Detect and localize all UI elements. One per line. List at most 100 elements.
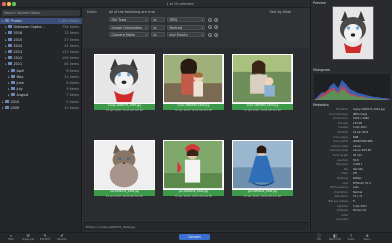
add-filter-button[interactable]: + xyxy=(214,32,218,37)
filter-operator-select[interactable]: is xyxy=(151,17,165,22)
preview-heading: Preview xyxy=(313,1,326,5)
folder-icon xyxy=(8,43,12,47)
tree-item-count: 734 items xyxy=(62,25,79,30)
toolbar-button[interactable]: ✐ Rename xyxy=(55,234,69,243)
image-thumbnail-card[interactable]: mom-1084302_1920.jpg 16 Apr 2018, 10:04 A… xyxy=(229,54,296,118)
filter-field-label: File Type xyxy=(111,18,127,22)
filter-row: Image Orientation ▾ is Portrait ▾ − + xyxy=(109,24,299,30)
toolbar-button[interactable]: ⊕ Zoom xyxy=(360,234,374,243)
tool-label: Zoom xyxy=(363,238,371,241)
sidebar-tree-item[interactable]: ▸ Unknown Captur... 734 items xyxy=(0,24,82,30)
sidebar-tree-item[interactable]: ▸ April 8 items xyxy=(0,68,82,74)
thumbnail-details: 16 Apr 2018, 10:04 AM 412 KB xyxy=(175,109,212,112)
remove-filter-button[interactable]: − xyxy=(208,25,212,29)
image-thumbnail-card[interactable]: girl-1084419_1920.jpg 16 Apr 2018, 10:04 … xyxy=(229,140,296,204)
folder-icon xyxy=(8,25,12,29)
thumbnail-image[interactable] xyxy=(163,140,224,190)
thumbnail-details: 16 Apr 2018, 10:04 AM 241 KB xyxy=(106,195,143,198)
sidebar-tree-item[interactable]: ▸ 2011 44 items xyxy=(0,61,82,67)
filter-match-label: Match xyxy=(87,10,98,14)
chevron-down-icon: ▾ xyxy=(145,18,147,22)
folder-icon xyxy=(11,74,15,78)
thumbnail-details: 16 Apr 2018, 10:04 AM 515 KB xyxy=(244,109,281,112)
toolbar-button[interactable]: ◧ Batch Edit xyxy=(328,234,342,243)
tree-item-count: 122 items xyxy=(62,50,79,54)
sidebar-tree-item[interactable]: ▸ May 12 items xyxy=(0,74,82,80)
minimize-window-button[interactable] xyxy=(7,2,11,6)
sidebar-tree-item[interactable]: ▸ July 9 items xyxy=(0,86,82,92)
status-bar: Photos > husky-1084270_1920.jpg xyxy=(83,222,309,231)
filter-field-select[interactable]: File Type ▾ xyxy=(109,17,149,22)
chevron-down-icon: ▾ xyxy=(201,25,203,30)
sort-dropdown[interactable]: Sort by Date xyxy=(251,10,291,14)
thumbnail-image[interactable] xyxy=(232,54,293,104)
tree-item-count: 6 items xyxy=(66,81,79,85)
sidebar-tree-item[interactable]: ▸ 2013 122 items xyxy=(0,49,82,55)
tree-item-label: July xyxy=(16,87,23,92)
filter-field-select[interactable]: Image Orientation ▾ xyxy=(109,24,149,30)
sidebar-tree-item[interactable]: ▸ June 6 items xyxy=(0,80,82,86)
tree-item-label: 2011 xyxy=(13,62,23,67)
tree-item-label: June xyxy=(16,81,24,85)
metadata-key: Copyright xyxy=(335,218,348,222)
sidebar-tree-item[interactable]: ▸ 2012 156 items xyxy=(0,55,82,61)
tree-item-label: 2016 xyxy=(13,31,23,36)
thumbnail-image[interactable] xyxy=(163,54,224,104)
tool-label: Batch Edit xyxy=(329,238,341,241)
sidebar-tree-item[interactable]: ▸ 2014 24 items xyxy=(0,43,82,49)
filter-field-label: Camera Make xyxy=(111,33,135,37)
remove-filter-button[interactable]: − xyxy=(208,17,212,22)
thumbnail-image[interactable] xyxy=(232,140,293,190)
tool-label: Image List xyxy=(22,238,34,241)
toolbar-button[interactable]: ☰ Image List xyxy=(21,234,35,243)
zoom-window-button[interactable] xyxy=(12,2,16,6)
histogram-chart xyxy=(314,74,390,100)
filter-field-select[interactable]: Camera Make ▾ xyxy=(109,32,149,37)
filter-field-label: Image Orientation xyxy=(111,25,143,30)
tool-label: Info xyxy=(316,238,322,241)
thumbnail-image[interactable] xyxy=(94,54,155,104)
sidebar-tree-item[interactable]: ▸ Photos 1,000 items xyxy=(0,18,82,24)
chevron-down-icon: ▾ xyxy=(201,18,203,22)
tree-item-label: May xyxy=(16,74,24,79)
close-window-button[interactable] xyxy=(2,2,6,6)
filter-value-select[interactable]: any Empty ▾ xyxy=(167,32,205,37)
sidebar-tree-item[interactable]: ▸ 2015 37 items xyxy=(0,37,82,43)
toolbar-button[interactable]: ⇪ Share xyxy=(344,234,358,243)
toolbar-button[interactable]: ✎ Edit EXIF xyxy=(38,234,52,243)
tree-item-count: 24 items xyxy=(64,43,79,48)
image-grid: husky-1084270_1920.jpg 16 Apr 2018, 10:04… xyxy=(83,48,309,230)
sidebar-tree-item[interactable]: ▸ 2016 15 items xyxy=(0,30,82,36)
chevron-down-icon: ▾ xyxy=(201,33,203,37)
sidebar-tree-item[interactable]: ▸ August 7 items xyxy=(0,92,82,98)
sidebar-search-input[interactable]: Search Volume Name xyxy=(2,10,80,16)
filter-value-select[interactable]: JPEG ▾ xyxy=(167,17,205,22)
toolbar-button[interactable]: ⌕ Filter xyxy=(4,234,18,243)
chevron-down-icon: ▾ xyxy=(145,33,147,37)
add-filter-button[interactable]: + xyxy=(214,17,218,22)
app-window: 1 of 10 selected Search Volume Name ▸ Pho… xyxy=(0,0,392,243)
filter-operator-label: is xyxy=(153,33,157,37)
tree-item-label: April xyxy=(16,68,25,73)
sidebar-tree-item[interactable]: ▸ 2009 10 items xyxy=(0,105,82,111)
chevron-down-icon: ▾ xyxy=(145,25,147,30)
image-thumbnail-card[interactable]: girl-1084416_1920.jpg 16 Apr 2018, 10:04 … xyxy=(160,140,227,204)
remove-filter-button[interactable]: − xyxy=(208,32,212,37)
tree-item-label: Photos xyxy=(10,19,22,23)
toolbar-button[interactable]: ⓘ Info xyxy=(312,234,326,243)
thumbnail-image[interactable] xyxy=(94,140,155,190)
image-thumbnail-card[interactable]: husky-1084270_1920.jpg 16 Apr 2018, 10:04… xyxy=(91,54,158,118)
image-thumbnail-card[interactable]: mom-1084340_1920.jpg 16 Apr 2018, 10:04 A… xyxy=(160,54,227,118)
folder-icon xyxy=(11,87,15,91)
add-filter-button[interactable]: + xyxy=(214,25,218,29)
filter-value-select[interactable]: Portrait ▾ xyxy=(167,24,205,30)
filter-value-label: any Empty xyxy=(169,33,188,37)
filter-operator-select[interactable]: is xyxy=(151,24,165,30)
folder-icon xyxy=(5,19,9,22)
filter-operator-select[interactable]: is xyxy=(151,32,165,37)
sidebar-tree-item[interactable]: ▸ 2010 5 items xyxy=(0,99,82,105)
preview-image xyxy=(332,6,374,60)
image-thumbnail-card[interactable]: cat-1084274_1920.jpg 16 Apr 2018, 10:04 A… xyxy=(91,140,158,204)
filter-value-label: JPEG xyxy=(169,18,178,22)
convert-button[interactable]: Convert xyxy=(179,234,210,240)
